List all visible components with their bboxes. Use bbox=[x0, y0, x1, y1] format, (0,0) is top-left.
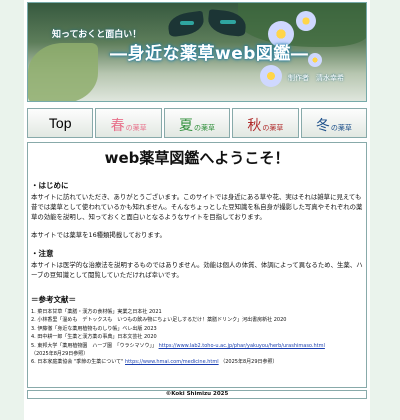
nav-spring[interactable]: 春の薬草 bbox=[95, 108, 162, 138]
reference-item: 5. 東邦大学「薬用植物園 ハーブ園 「ウラシマソウ」」 https://www… bbox=[31, 342, 363, 350]
reference-link[interactable]: https://www.lab2.toho-u.ac.jp/phar/yakuy… bbox=[159, 343, 325, 349]
reference-text: （2025年8月29日参照） bbox=[31, 351, 89, 358]
reference-link[interactable]: https://www.hmai.com/medicine.html bbox=[125, 359, 219, 365]
nav-winter[interactable]: 冬の薬草 bbox=[300, 108, 368, 138]
page-frame: 知っておくと面白い！ ―身近な薬草web図鑑― 制作者 清水幸希 Top 春の薬… bbox=[24, 0, 370, 420]
flower-decoration bbox=[260, 65, 282, 87]
reference-item: 3. 伊藤徹「身近な薬用植物ものしり帳」ベレ出版 2023 bbox=[31, 325, 363, 333]
reference-text: 1. 菜日本甘草「薬膳・漢方の食材帳」実業之日本社 2021 bbox=[31, 309, 162, 315]
intro-heading: ・はじめに bbox=[31, 181, 69, 190]
reference-text: 3. 伊藤徹「身近な薬用植物ものしり帳」ベレ出版 2023 bbox=[31, 325, 157, 332]
reference-item: （2025年8月29日参照） bbox=[31, 350, 363, 358]
nav-summer[interactable]: 夏の薬草 bbox=[163, 108, 231, 138]
nav-top[interactable]: Top bbox=[27, 108, 94, 138]
reference-text: 4. 田中耕一郎「生薬と漢方薬の事典」日本文芸社 2020 bbox=[31, 334, 157, 341]
note-heading: ・注意 bbox=[31, 249, 54, 258]
reference-item: 1. 菜日本甘草「薬膳・漢方の食材帳」実業之日本社 2021 bbox=[31, 308, 363, 316]
reference-suffix: （2025年8月29日参照） bbox=[220, 359, 278, 366]
leaf-decoration bbox=[28, 43, 98, 101]
author-credit: 制作者 清水幸希 bbox=[288, 74, 344, 82]
site-title: ―身近な薬草web図鑑― bbox=[110, 44, 309, 64]
footer: ©Koki Shimizu 2025 bbox=[27, 390, 367, 399]
nav-sublabel: の薬草 bbox=[262, 124, 284, 132]
page-title: web薬草図鑑へようこそ！ bbox=[104, 149, 290, 167]
main-content: web薬草図鑑へようこそ！ ・はじめに 本サイトに訪れていただき、ありがとうござ… bbox=[27, 142, 367, 388]
main-nav: Top 春の薬草 夏の薬草 秋の薬草 冬の薬草 bbox=[27, 108, 368, 138]
intro-text: 本サイトに訪れていただき、ありがとうございます。このサイトでは身近にある草や花、… bbox=[31, 193, 363, 221]
nav-autumn[interactable]: 秋の薬草 bbox=[232, 108, 299, 138]
note-text: 本サイトは医学的な治療法を説明するものではありません。効能は個人の体質、体調によ… bbox=[31, 261, 363, 279]
nav-sublabel: の薬草 bbox=[194, 124, 216, 132]
nav-label: Top bbox=[48, 115, 72, 131]
nav-label: 春 bbox=[110, 118, 125, 134]
reference-text: 2. 小林香里「温めも デトックスも いつもの飲み物にちょい足しするだけ！薬膳ド… bbox=[31, 317, 287, 324]
reference-item: 4. 田中耕一郎「生薬と漢方薬の事典」日本文芸社 2020 bbox=[31, 333, 363, 341]
references-list: 1. 菜日本甘草「薬膳・漢方の食材帳」実業之日本社 2021 2. 小林香里「温… bbox=[31, 308, 363, 367]
reference-item: 2. 小林香里「温めも デトックスも いつもの飲み物にちょい足しするだけ！薬膳ド… bbox=[31, 316, 363, 324]
header-banner: 知っておくと面白い！ ―身近な薬草web図鑑― 制作者 清水幸希 bbox=[27, 2, 367, 102]
nav-sublabel: の薬草 bbox=[125, 124, 147, 132]
reference-item: 6. 日本家庭薬協会 "季節の生薬について" https://www.hmai.… bbox=[31, 358, 363, 366]
nav-label: 冬 bbox=[315, 118, 330, 134]
flower-decoration bbox=[296, 11, 316, 31]
nav-sublabel: の薬草 bbox=[330, 124, 352, 132]
reference-text: 6. 日本家庭薬協会 "季節の生薬について" bbox=[31, 359, 124, 366]
reference-text: 5. 東邦大学「薬用植物園 ハーブ園 「ウラシマソウ」」 bbox=[31, 342, 157, 349]
butterfly-icon bbox=[166, 9, 248, 41]
nav-label: 夏 bbox=[179, 118, 194, 134]
flower-decoration bbox=[308, 53, 322, 67]
nav-label: 秋 bbox=[247, 118, 262, 134]
count-text: 本サイトでは薬草を16種類掲載しております。 bbox=[31, 231, 166, 239]
references-heading: ＝参考文献＝ bbox=[31, 295, 76, 304]
